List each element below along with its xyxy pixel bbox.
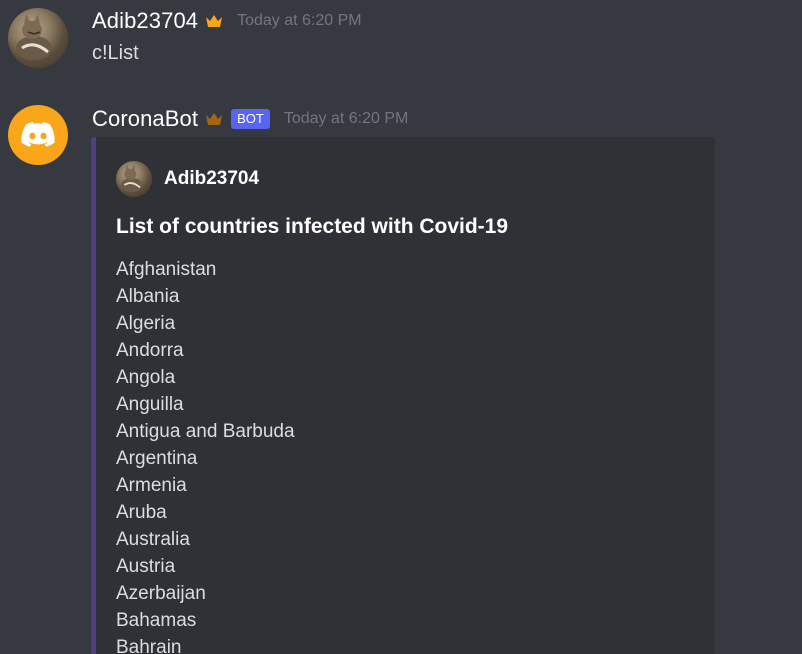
username[interactable]: Adib23704 [92,8,198,34]
list-item: Bahamas [116,610,197,631]
list-item: Algeria [116,313,176,334]
message-header: CoronaBot BOT Today at 6:20 PM [92,106,408,132]
list-item: Armenia [116,475,187,496]
list-item: Anguilla [116,394,184,415]
timestamp: Today at 6:20 PM [283,110,409,127]
message-header: Adib23704 Today at 6:20 PM [92,8,362,34]
list-item: Argentina [116,448,198,469]
list-item: Angola [116,367,176,388]
timestamp: Today at 6:20 PM [237,12,362,29]
list-item: Austria [116,556,176,577]
embed-author-avatar [116,161,152,197]
message-content: c!List [92,42,139,64]
embed-author: Adib23704 [116,161,259,197]
username[interactable]: CoronaBot [92,106,198,132]
list-item: Aruba [116,502,167,523]
list-item: Australia [116,529,190,550]
list-item: Albania [116,286,180,307]
crown-icon [205,14,223,28]
crown-icon [205,112,223,126]
embed: Adib23704 List of countries infected wit… [91,137,715,654]
list-item: Antigua and Barbuda [116,421,295,442]
list-item: Bahrain [116,637,182,654]
discord-logo-icon [21,122,55,147]
chat-messages: Adib23704 Today at 6:20 PM c!List Corona… [0,0,802,654]
bot-badge: BOT [231,109,270,129]
country-list: Afghanistan Albania Algeria Andorra Ango… [116,256,295,654]
bot-avatar[interactable] [8,105,68,165]
cat-avatar-icon [120,164,143,193]
cat-avatar-icon [16,14,52,60]
embed-author-name: Adib23704 [164,168,260,189]
user-avatar[interactable] [8,8,68,68]
embed-title: List of countries infected with Covid-19 [116,215,509,238]
list-item: Azerbaijan [116,583,206,604]
list-item: Andorra [116,340,184,361]
list-item: Afghanistan [116,259,217,280]
